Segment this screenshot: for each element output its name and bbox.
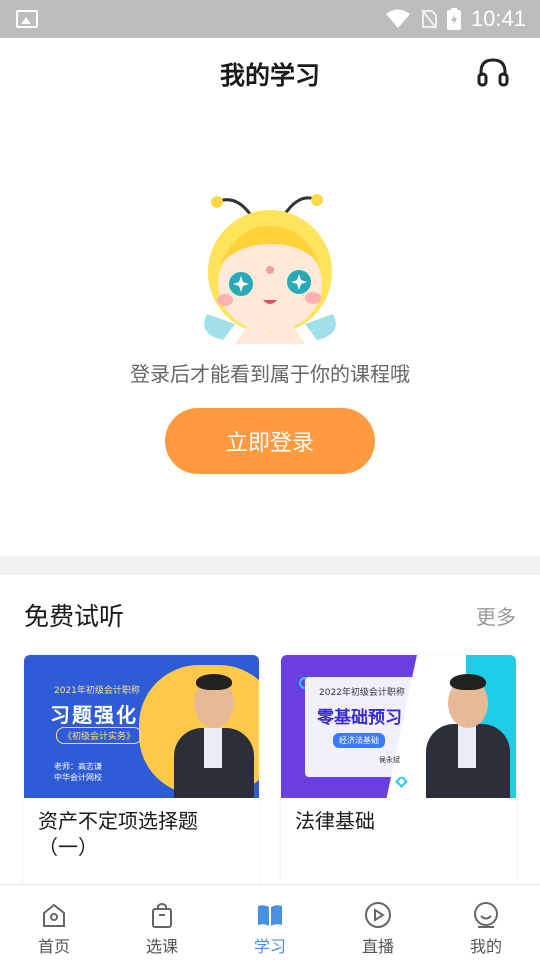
gallery-icon bbox=[16, 10, 38, 28]
teacher-photo bbox=[426, 668, 510, 798]
battery-icon bbox=[446, 8, 461, 30]
book-icon bbox=[258, 905, 282, 926]
tab-courses[interactable]: 选课 bbox=[108, 885, 216, 960]
course-card[interactable]: 2022年初级会计职称 零基础预习 经济法基础 侯永斌 法律基础 bbox=[281, 655, 516, 895]
tab-label: 首页 bbox=[37, 937, 70, 956]
course-title: 法律基础 bbox=[295, 809, 375, 833]
login-button[interactable]: 立即登录 bbox=[165, 408, 375, 474]
more-link[interactable]: 更多 bbox=[476, 601, 516, 630]
status-bar: 10:41 bbox=[0, 0, 540, 38]
tab-study[interactable]: 学习 bbox=[216, 885, 324, 960]
play-icon bbox=[365, 902, 391, 928]
status-time: 10:41 bbox=[470, 6, 526, 31]
thumb-teacher: 侯永斌 bbox=[379, 756, 400, 764]
tab-label: 我的 bbox=[469, 937, 502, 956]
thumb-teacher: 老师：高志谦 中华会计网校 bbox=[54, 762, 102, 782]
tab-label: 学习 bbox=[253, 937, 286, 956]
bottom-tab-bar: 首页 选课 学习 直播 我的 bbox=[0, 884, 540, 960]
home-icon bbox=[43, 903, 65, 927]
tab-label: 选课 bbox=[145, 937, 178, 956]
thumb-subtitle: 2022年初级会计职称 bbox=[319, 688, 405, 698]
tab-live[interactable]: 直播 bbox=[324, 885, 432, 960]
tab-label: 直播 bbox=[361, 937, 394, 956]
thumb-tag: 经济法基础 bbox=[333, 733, 385, 748]
login-prompt-text: 登录后才能看到属于你的课程哦 bbox=[130, 362, 410, 386]
page-title: 我的学习 bbox=[219, 61, 320, 90]
thumb-title: 零基础预习 bbox=[317, 708, 402, 728]
thumb-tag: 《初级会计实务》 bbox=[56, 727, 143, 744]
teacher-photo bbox=[174, 668, 254, 798]
headset-icon[interactable] bbox=[476, 56, 510, 90]
section-title: 免费试听 bbox=[24, 602, 125, 631]
thumb-subtitle: 2021年初级会计职称 bbox=[54, 686, 140, 696]
no-sim-icon bbox=[421, 9, 437, 29]
course-card[interactable]: 2021年初级会计职称 习题强化 《初级会计实务》 老师：高志谦 中华会计网校 … bbox=[24, 655, 259, 895]
bee-mascot-icon bbox=[204, 194, 336, 344]
course-title: 资产不定项选择题（一） bbox=[38, 809, 198, 859]
wifi-icon bbox=[385, 9, 410, 28]
bag-icon bbox=[152, 903, 172, 928]
course-thumbnail: 2021年初级会计职称 习题强化 《初级会计实务》 老师：高志谦 中华会计网校 bbox=[24, 655, 259, 798]
app-header: 我的学习 bbox=[0, 38, 540, 104]
free-trial-section: 免费试听 更多 2021年初级会计职称 习题强化 《初级会计实务》 老师：高志谦… bbox=[0, 575, 540, 895]
thumb-title: 习题强化 bbox=[50, 703, 138, 727]
tab-home[interactable]: 首页 bbox=[0, 885, 108, 960]
course-thumbnail: 2022年初级会计职称 零基础预习 经济法基础 侯永斌 bbox=[281, 655, 516, 798]
empty-state: 登录后才能看到属于你的课程哦 立即登录 bbox=[0, 104, 540, 556]
tab-me[interactable]: 我的 bbox=[432, 885, 540, 960]
smile-icon bbox=[474, 902, 498, 928]
